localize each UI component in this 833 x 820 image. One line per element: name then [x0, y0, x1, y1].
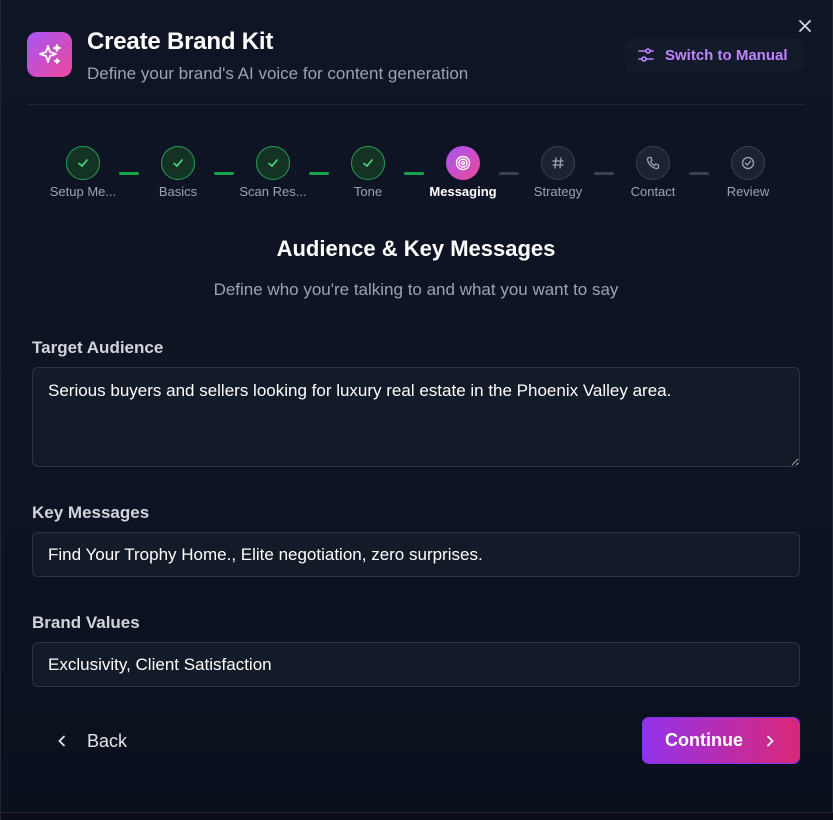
step-basics[interactable]: Basics — [130, 146, 226, 199]
key-messages-label: Key Messages — [32, 503, 150, 522]
target-audience-label: Target Audience — [32, 338, 164, 357]
step-label: Contact — [630, 184, 676, 199]
sliders-icon — [638, 48, 654, 62]
step-label: Setup Me... — [49, 184, 117, 199]
step-tone[interactable]: Tone — [320, 146, 416, 199]
switch-to-manual-button[interactable]: Switch to Manual — [625, 38, 803, 72]
check-circle-icon — [731, 146, 765, 180]
header-divider — [27, 104, 805, 105]
check-icon — [351, 146, 385, 180]
step-setup[interactable]: Setup Me... — [35, 146, 131, 199]
page-subtitle: Define your brand's AI voice for content… — [87, 64, 469, 83]
target-icon — [446, 146, 480, 180]
brand-kit-modal: Create Brand Kit Define your brand's AI … — [0, 0, 833, 820]
back-label: Back — [87, 730, 128, 751]
step-label: Tone — [353, 184, 383, 199]
step-contact[interactable]: Contact — [605, 146, 701, 199]
progress-stepper: Setup Me... Basics Scan Res... Tone Mess… — [35, 146, 795, 206]
step-scan-results[interactable]: Scan Res... — [225, 146, 321, 199]
page-title: Create Brand Kit — [87, 28, 274, 55]
check-icon — [161, 146, 195, 180]
check-icon — [256, 146, 290, 180]
step-label: Strategy — [533, 184, 583, 199]
step-label: Messaging — [429, 184, 497, 199]
step-label: Review — [726, 184, 770, 199]
back-button[interactable]: Back — [47, 719, 157, 763]
key-messages-input[interactable] — [32, 532, 800, 577]
section-title: Audience & Key Messages — [276, 236, 556, 261]
check-icon — [66, 146, 100, 180]
step-label: Scan Res... — [239, 184, 307, 199]
hash-icon — [541, 146, 575, 180]
chevron-right-icon — [767, 735, 774, 746]
step-label: Basics — [158, 184, 198, 199]
target-audience-textarea[interactable]: Serious buyers and sellers looking for l… — [32, 367, 800, 467]
chevron-left-icon — [58, 735, 65, 747]
sparkles-logo-icon — [27, 32, 72, 77]
close-icon[interactable] — [795, 16, 815, 36]
brand-values-input[interactable] — [32, 642, 800, 687]
step-messaging[interactable]: Messaging — [415, 146, 511, 199]
switch-to-manual-label: Switch to Manual — [665, 46, 788, 64]
brand-values-label: Brand Values — [32, 613, 140, 632]
section-subtitle: Define who you're talking to and what yo… — [213, 280, 619, 299]
step-strategy[interactable]: Strategy — [510, 146, 606, 199]
step-review[interactable]: Review — [700, 146, 796, 199]
continue-button[interactable]: Continue — [642, 717, 800, 764]
bottom-edge — [1, 812, 833, 820]
phone-icon — [636, 146, 670, 180]
continue-label: Continue — [665, 730, 743, 750]
